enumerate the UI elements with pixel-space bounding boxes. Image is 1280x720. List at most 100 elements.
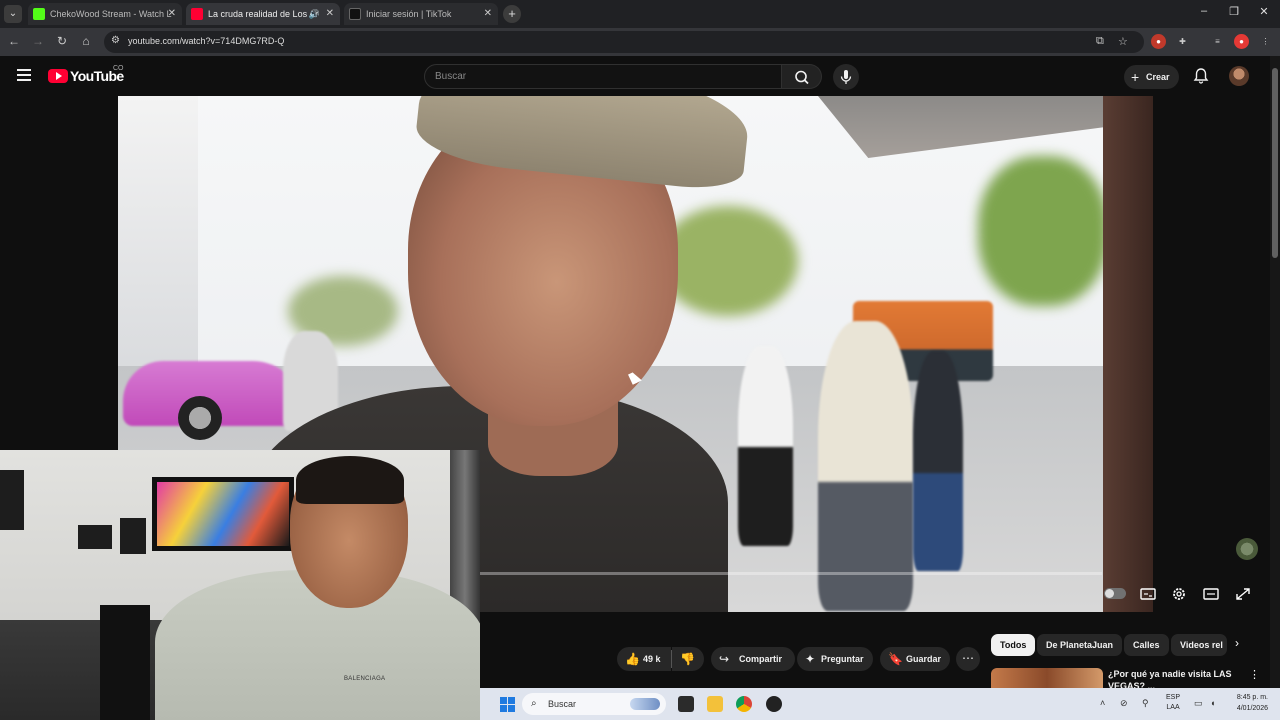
share-arrow-icon: ↪ [719, 652, 730, 666]
url-text[interactable]: youtube.com/watch?v=714DMG7RD-Q [128, 36, 284, 46]
system-clock[interactable]: 8:45 p. m. 4/01/2026 [1226, 692, 1268, 714]
like-button[interactable]: 👍 49 k [617, 647, 671, 671]
webcam-painting [152, 477, 294, 551]
clock-time: 8:45 p. m. [1236, 694, 1268, 701]
maximize-button[interactable]: ❐ [1226, 5, 1242, 18]
close-window-button[interactable]: ✕ [1256, 5, 1272, 18]
subtitles-icon[interactable] [1139, 586, 1157, 602]
bookmark-star-icon[interactable]: ☆ [1118, 35, 1128, 48]
video-pedestrian [738, 346, 793, 546]
recommendation-menu-icon[interactable]: ⋮ [1249, 668, 1260, 681]
chrome-icon[interactable] [736, 696, 752, 712]
close-tab-icon[interactable]: ✕ [326, 3, 334, 25]
back-icon[interactable]: ← [6, 34, 22, 48]
video-progress-bar[interactable] [480, 572, 1102, 575]
close-tab-icon[interactable]: ✕ [168, 3, 176, 25]
settings-gear-icon[interactable] [1170, 586, 1188, 602]
language-indicator[interactable]: ESP LAA [1166, 693, 1180, 713]
tab-title: Iniciar sesión | TikTok [366, 9, 452, 19]
video-building [118, 96, 198, 396]
more-actions-button[interactable]: ⋯ [956, 647, 980, 671]
home-icon[interactable]: ⌂ [78, 34, 94, 48]
search-icon: ⌕ [531, 698, 537, 709]
extension-red-icon[interactable]: ● [1151, 34, 1166, 49]
plus-icon: + [1131, 69, 1140, 85]
bookmark-icon: 🔖 [888, 652, 903, 666]
site-info-icon[interactable]: ⚙ [111, 35, 120, 46]
notifications-bell-icon[interactable] [1192, 67, 1210, 85]
extensions-puzzle-icon[interactable]: ✚ [1175, 34, 1190, 49]
network-icon[interactable]: ▭ [1194, 698, 1203, 709]
microphone-icon [840, 70, 852, 84]
speaker-icon[interactable]: 🔊 [309, 3, 320, 25]
chip-de-planetajuan[interactable]: De PlanetaJuan [1037, 634, 1123, 656]
omnibox[interactable]: ⚙ youtube.com/watch?v=714DMG7RD-Q ⧉ ☆ [104, 31, 1144, 53]
address-bar-row: ← → ↻ ⌂ ⚙ youtube.com/watch?v=714DMG7RD-… [0, 28, 1280, 56]
new-tab-button[interactable]: + [503, 5, 521, 23]
chip-calles[interactable]: Calles [1124, 634, 1169, 656]
webcam-overlay: BALENCIAGA [0, 450, 480, 720]
create-label: Crear [1146, 72, 1170, 82]
profile-icon[interactable]: ● [1234, 34, 1249, 49]
search-box [424, 64, 782, 89]
clock-date: 4/01/2026 [1236, 705, 1268, 712]
language-code: ESP [1166, 694, 1181, 701]
taskbar-search-label: Buscar [548, 699, 577, 709]
save-button[interactable]: 🔖 Guardar [880, 647, 950, 671]
share-label: Compartir [739, 654, 783, 664]
save-label: Guardar [906, 654, 942, 664]
autoplay-toggle[interactable] [1104, 588, 1126, 599]
like-count: 49 k [643, 654, 661, 664]
forward-icon[interactable]: → [30, 34, 46, 48]
dislike-button[interactable]: 👎 [672, 647, 704, 671]
tab-chekowood[interactable]: ChekoWood Stream - Watch L ✕ [28, 3, 182, 25]
task-view-icon[interactable] [678, 696, 694, 712]
reading-list-icon[interactable]: ≡ [1210, 34, 1225, 49]
taskbar-search[interactable]: ⌕ Buscar [522, 693, 666, 715]
ask-label: Preguntar [821, 654, 864, 664]
file-explorer-icon[interactable] [707, 696, 723, 712]
kick-favicon-icon [33, 8, 45, 20]
search-button[interactable] [782, 64, 822, 89]
tab-tiktok[interactable]: Iniciar sesión | TikTok ✕ [344, 3, 498, 25]
youtube-play-icon [48, 69, 68, 83]
tab-youtube[interactable]: La cruda realidad de Los Ar 🔊 ✕ [186, 3, 340, 25]
volume-icon[interactable]: ◖ [1210, 698, 1215, 708]
webcam-chair [100, 605, 150, 720]
windows-start-icon[interactable] [500, 697, 515, 712]
chevron-right-icon[interactable]: › [1235, 636, 1239, 650]
tray-location-icon[interactable]: ⚲ [1142, 698, 1149, 709]
tray-chevron-icon[interactable]: ˄ [1100, 698, 1105, 708]
scrollbar-thumb[interactable] [1272, 68, 1278, 258]
search-highlight-art [630, 698, 660, 710]
obs-icon[interactable] [766, 696, 782, 712]
reload-icon[interactable]: ↻ [54, 34, 70, 48]
install-app-icon[interactable]: ⧉ [1096, 35, 1104, 48]
tray-app-icon[interactable]: ⊘ [1120, 698, 1128, 709]
ask-button[interactable]: ✦ Preguntar [797, 647, 873, 671]
thumbs-down-icon: 👎 [680, 652, 695, 666]
search-input[interactable] [425, 65, 781, 88]
chip-videos-relacionados[interactable]: Videos rel [1171, 634, 1227, 656]
create-button[interactable]: + Crear [1124, 65, 1179, 89]
share-button[interactable]: ↪ Compartir [711, 647, 795, 671]
theater-mode-icon[interactable] [1202, 586, 1220, 602]
video-pedestrian [913, 351, 963, 571]
minimize-button[interactable]: – [1196, 5, 1212, 17]
fullscreen-icon[interactable] [1234, 586, 1252, 602]
voice-search-button[interactable] [833, 64, 859, 90]
tab-title: ChekoWood Stream - Watch L [50, 9, 172, 19]
video-tree [978, 156, 1108, 306]
close-tab-icon[interactable]: ✕ [484, 3, 492, 25]
account-avatar[interactable] [1229, 66, 1249, 86]
chip-todos[interactable]: Todos [991, 634, 1036, 656]
channel-watermark-avatar[interactable] [1236, 538, 1258, 560]
page-scrollbar[interactable] [1270, 56, 1280, 720]
tab-search-button[interactable]: ⌄ [4, 5, 22, 23]
video-car-wheel [178, 396, 222, 440]
shirt-logo: BALENCIAGA [344, 676, 386, 682]
menu-icon[interactable] [17, 69, 31, 81]
recommendation-thumbnail[interactable] [991, 668, 1103, 690]
recommendation-title[interactable]: ¿Por qué ya nadie visita LAS VEGAS? ... [1108, 668, 1238, 688]
browser-menu-icon[interactable]: ⋮ [1258, 34, 1273, 49]
